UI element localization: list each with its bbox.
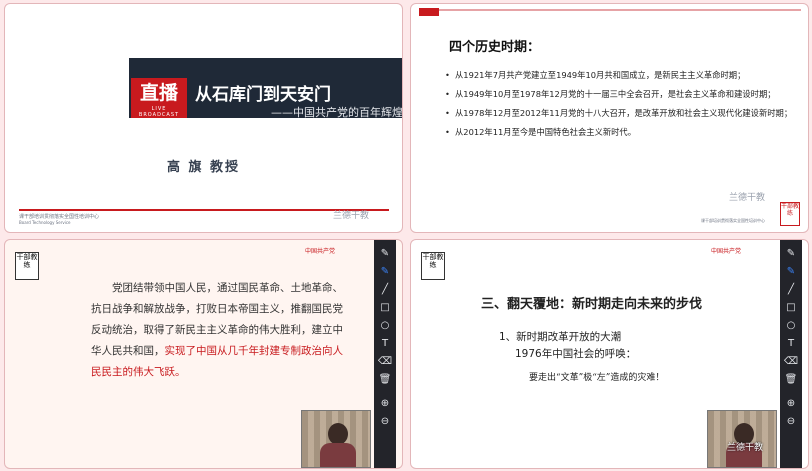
presenter-video[interactable] <box>707 410 777 468</box>
slide-body-text: 党团结带领中国人民，通过国民革命、土地革命、抗日战争和解放战争，打败日本帝国主义… <box>91 278 351 383</box>
circle-icon[interactable]: ○ <box>374 318 396 334</box>
brush-icon[interactable]: ✎ <box>374 264 396 280</box>
list-item: 从1949年10月至1978年12月党的十一届三中全会召开，是社会主义革命和建设… <box>445 87 793 102</box>
slide-subheading: 1、新时期改革开放的大潮 <box>499 331 622 343</box>
lecture-title: 从石库门到天安门 <box>195 85 331 105</box>
watermark: 兰德干教 <box>727 443 764 453</box>
seal-logo: 干部教练 <box>780 202 800 226</box>
rectangle-icon[interactable]: □ <box>780 300 802 316</box>
presenter-name: 高 旗 教授 <box>166 160 241 175</box>
annotation-toolbar: ✎ ✎ ╱ □ ○ T ⌫ 🗑 ⊕ ⊖ <box>374 240 396 468</box>
rectangle-icon[interactable]: □ <box>374 300 396 316</box>
watermark: 兰德干教 <box>333 211 370 221</box>
annotation-toolbar: ✎ ✎ ╱ □ ○ T ⌫ 🗑 ⊕ ⊖ <box>780 240 802 468</box>
trash-icon[interactable]: 🗑 <box>374 372 396 388</box>
seal-logo: 干部教练 <box>421 252 445 280</box>
footer-org: 课干部培训贯彻落实全国性培训中心 <box>19 214 100 220</box>
list-item: 从2012年11月至今是中国特色社会主义新时代。 <box>445 125 793 140</box>
eraser-icon[interactable]: ⌫ <box>374 354 396 370</box>
pen-icon[interactable]: ✎ <box>374 246 396 262</box>
slide-panel-periods[interactable]: 四个历史时期： 从1921年7月共产党建立至1949年10月共和国成立，是新民主… <box>410 3 809 233</box>
list-item: 从1921年7月共产党建立至1949年10月共和国成立，是新民主主义革命时期； <box>445 68 793 83</box>
eraser-icon[interactable]: ⌫ <box>780 354 802 370</box>
presenter-video[interactable] <box>301 410 371 468</box>
pen-icon[interactable]: ✎ <box>780 246 802 262</box>
line-icon[interactable]: ╱ <box>780 282 802 298</box>
zoom-out-icon[interactable]: ⊖ <box>780 414 802 430</box>
presenter-head <box>328 423 348 445</box>
cpc-label: 中国共产党 <box>711 248 742 255</box>
watermark: 兰德干教 <box>729 193 766 203</box>
brush-icon[interactable]: ✎ <box>780 264 802 280</box>
slide-subheading-2: 1976年中国社会的呼唤： <box>515 348 637 360</box>
seal-logo: 干部教练 <box>15 252 39 280</box>
zoom-out-icon[interactable]: ⊖ <box>374 414 396 430</box>
trash-icon[interactable]: 🗑 <box>780 372 802 388</box>
live-badge: 直播 LIVE BROADCAST <box>131 78 187 118</box>
lecture-subtitle: ——中国共产党的百年辉煌 <box>271 106 403 119</box>
header-accent <box>419 8 439 16</box>
header-line <box>419 9 801 11</box>
period-list: 从1921年7月共产党建立至1949年10月共和国成立，是新民主主义革命时期； … <box>445 68 793 144</box>
live-badge-sub: LIVE BROADCAST <box>138 106 180 118</box>
section-heading: 四个历史时期： <box>449 40 541 55</box>
zoom-in-icon[interactable]: ⊕ <box>374 396 396 412</box>
presenter-body <box>320 443 356 467</box>
text-icon[interactable]: T <box>374 336 396 352</box>
slide-panel-title[interactable]: 直播 LIVE BROADCAST 从石库门到天安门 ——中国共产党的百年辉煌 … <box>4 3 403 233</box>
slide-quote: 要走出“文革”极“左”造成的灾难！ <box>529 373 665 383</box>
live-badge-label: 直播 <box>139 82 178 104</box>
list-item: 从1978年12月至2012年11月党的十八大召开，是改革开放和社会主义现代化建… <box>445 106 793 121</box>
text-icon[interactable]: T <box>780 336 802 352</box>
circle-icon[interactable]: ○ <box>780 318 802 334</box>
slide-panel-text[interactable]: 干部教练 中国共产党 党团结带领中国人民，通过国民革命、土地革命、抗日战争和解放… <box>4 239 403 469</box>
slide-panel-reform[interactable]: 干部教练 中国共产党 三、翻天覆地：新时期走向未来的步伐 1、新时期改革开放的大… <box>410 239 809 469</box>
footer-org: 课干部培训贯彻落实全国性培训中心 <box>701 218 765 223</box>
zoom-in-icon[interactable]: ⊕ <box>780 396 802 412</box>
slide-heading: 三、翻天覆地：新时期走向未来的步伐 <box>481 297 703 312</box>
line-icon[interactable]: ╱ <box>374 282 396 298</box>
cpc-label: 中国共产党 <box>305 248 336 255</box>
footer-org-en: Board Technology Service <box>19 220 71 225</box>
